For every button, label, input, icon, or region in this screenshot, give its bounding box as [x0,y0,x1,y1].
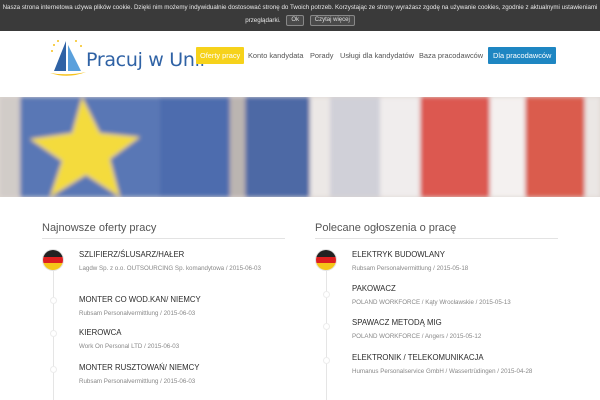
job-title[interactable]: ELEKTRYK BUDOWLANY [352,250,592,259]
divider [315,238,558,239]
sailboat-logo-icon [50,40,86,76]
job-meta: Rubsam Personalvermittlung / 2015-06-03 [79,310,196,317]
nav-advice[interactable]: Porady [310,47,333,64]
timeline-dot [324,358,329,363]
job-meta: Rubsam Personalvermittlung / 2015-05-18 [352,265,469,272]
recommended-offers-title: Polecane ogłoszenia o pracę [315,222,457,234]
flags-photo [0,97,600,197]
job-meta: POLAND WORKFORCE / Angers / 2015-05-12 [352,333,482,340]
job-item[interactable]: SZLIFIERZ/ŚLUSARZ/HAŁER Lagdw Sp. z o.o.… [79,250,319,273]
job-title[interactable]: KIEROWCA [79,328,319,337]
nav-candidate-account[interactable]: Konto kandydata [248,47,303,64]
cookie-text-cont: przeglądarki. [245,17,281,25]
job-title[interactable]: MONTER RUSZTOWAŃ/ NIEMCY [79,363,319,372]
recommended-offers-section: Polecane ogłoszenia o pracę [315,222,558,239]
job-item[interactable]: ELEKTRONIK / TELEKOMUNIKACJA Humanus Per… [352,353,592,376]
site-header: Pracuj w Unii Oferty pracy Konto kandyda… [0,31,600,97]
latest-offers-title: Najnowsze oferty pracy [42,222,157,234]
job-item[interactable]: PAKOWACZ POLAND WORKFORCE / Kąty Wrocław… [352,284,592,307]
divider [42,238,285,239]
job-item[interactable]: ELEKTRYK BUDOWLANY Rubsam Personalvermit… [352,250,592,273]
nav-job-offers[interactable]: Oferty pracy [196,47,245,64]
timeline-dot [51,367,56,372]
job-title[interactable]: ELEKTRONIK / TELEKOMUNIKACJA [352,353,592,362]
job-title[interactable]: PAKOWACZ [352,284,592,293]
latest-offers-section: Najnowsze oferty pracy [42,222,285,239]
timeline-line [326,266,327,400]
job-meta: Humanus Personalservice GmbH / Wassertrü… [352,368,533,375]
job-meta: POLAND WORKFORCE / Kąty Wrocławskie / 20… [352,299,511,306]
job-title[interactable]: SZLIFIERZ/ŚLUSARZ/HAŁER [79,250,319,259]
cookie-ok-button[interactable]: Ok [286,15,305,26]
job-item[interactable]: SPAWACZ METODĄ MIG POLAND WORKFORCE / An… [352,318,592,341]
timeline-dot [324,324,329,329]
job-item[interactable]: KIEROWCA Work On Personal LTD / 2015-06-… [79,328,319,351]
job-meta: Work On Personal LTD / 2015-06-03 [79,343,180,350]
germany-flag-icon [316,250,336,270]
nav-candidate-services[interactable]: Usługi dla kandydatów [340,47,414,64]
cookie-read-more-button[interactable]: Czytaj więcej [309,15,355,26]
timeline-dot [324,292,329,297]
nav-for-employers[interactable]: Dla pracodawców [488,47,557,64]
nav-employer-database[interactable]: Baza pracodawców [419,47,483,64]
cookie-banner: Nasza strona internetowa używa plików co… [0,0,600,31]
hero-flags-image [0,97,600,197]
job-item[interactable]: MONTER RUSZTOWAŃ/ NIEMCY Rubsam Personal… [79,363,319,386]
cookie-text: Nasza strona internetowa używa plików co… [2,4,598,11]
job-meta: Lagdw Sp. z o.o. OUTSOURCING Sp. komandy… [79,265,261,272]
timeline-dot [51,331,56,336]
site-logo[interactable]: Pracuj w Unii [48,37,205,81]
job-title[interactable]: SPAWACZ METODĄ MIG [352,318,592,327]
logo-text: Pracuj w Unii [86,49,205,71]
timeline-dot [51,298,56,303]
job-item[interactable]: MONTER CO WOD.KAN/ NIEMCY Rubsam Persona… [79,295,319,318]
job-title[interactable]: MONTER CO WOD.KAN/ NIEMCY [79,295,319,304]
germany-flag-icon [43,250,63,270]
job-meta: Rubsam Personalvermittlung / 2015-06-03 [79,378,196,385]
